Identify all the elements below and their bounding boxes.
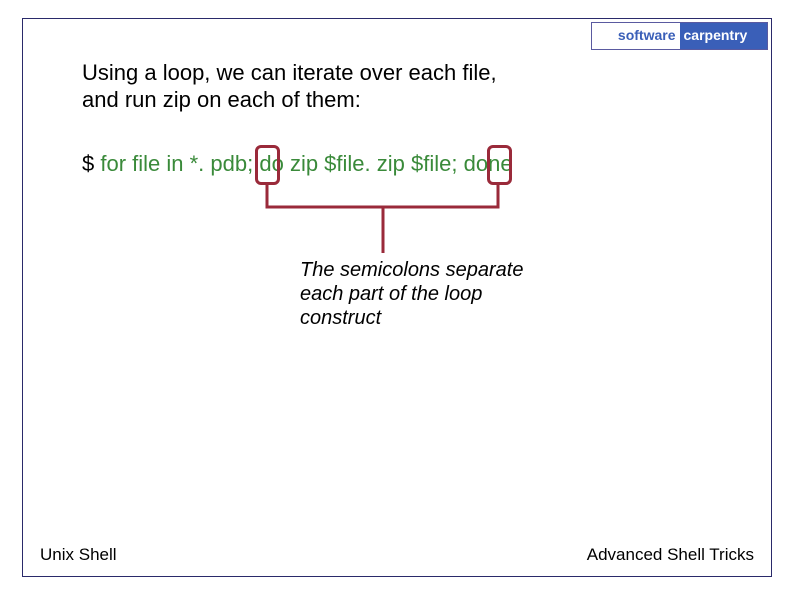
highlight-semi-2 [487, 145, 512, 185]
cmd-part-1: for file in *. pdb [100, 151, 247, 176]
cmd-prompt: $ [82, 151, 100, 176]
intro-text: Using a loop, we can iterate over each f… [82, 60, 642, 114]
intro-line-1: Using a loop, we can iterate over each f… [82, 60, 497, 85]
cmd-part-2: do zip $file. zip $file [259, 151, 451, 176]
logo: software carpentry [591, 22, 768, 50]
logo-left: software [592, 23, 680, 49]
logo-text-right: carpentry [684, 27, 748, 43]
intro-line-2: and run zip on each of them: [82, 87, 361, 112]
logo-right: carpentry [680, 23, 768, 49]
highlight-semi-1 [255, 145, 280, 185]
command-line: $ for file in *. pdb; do zip $file. zip … [82, 151, 513, 177]
logo-text-left: software [618, 27, 676, 43]
footer-left: Unix Shell [40, 545, 117, 565]
footer-right: Advanced Shell Tricks [587, 545, 754, 565]
annotation-text: The semicolons separate each part of the… [300, 258, 540, 330]
